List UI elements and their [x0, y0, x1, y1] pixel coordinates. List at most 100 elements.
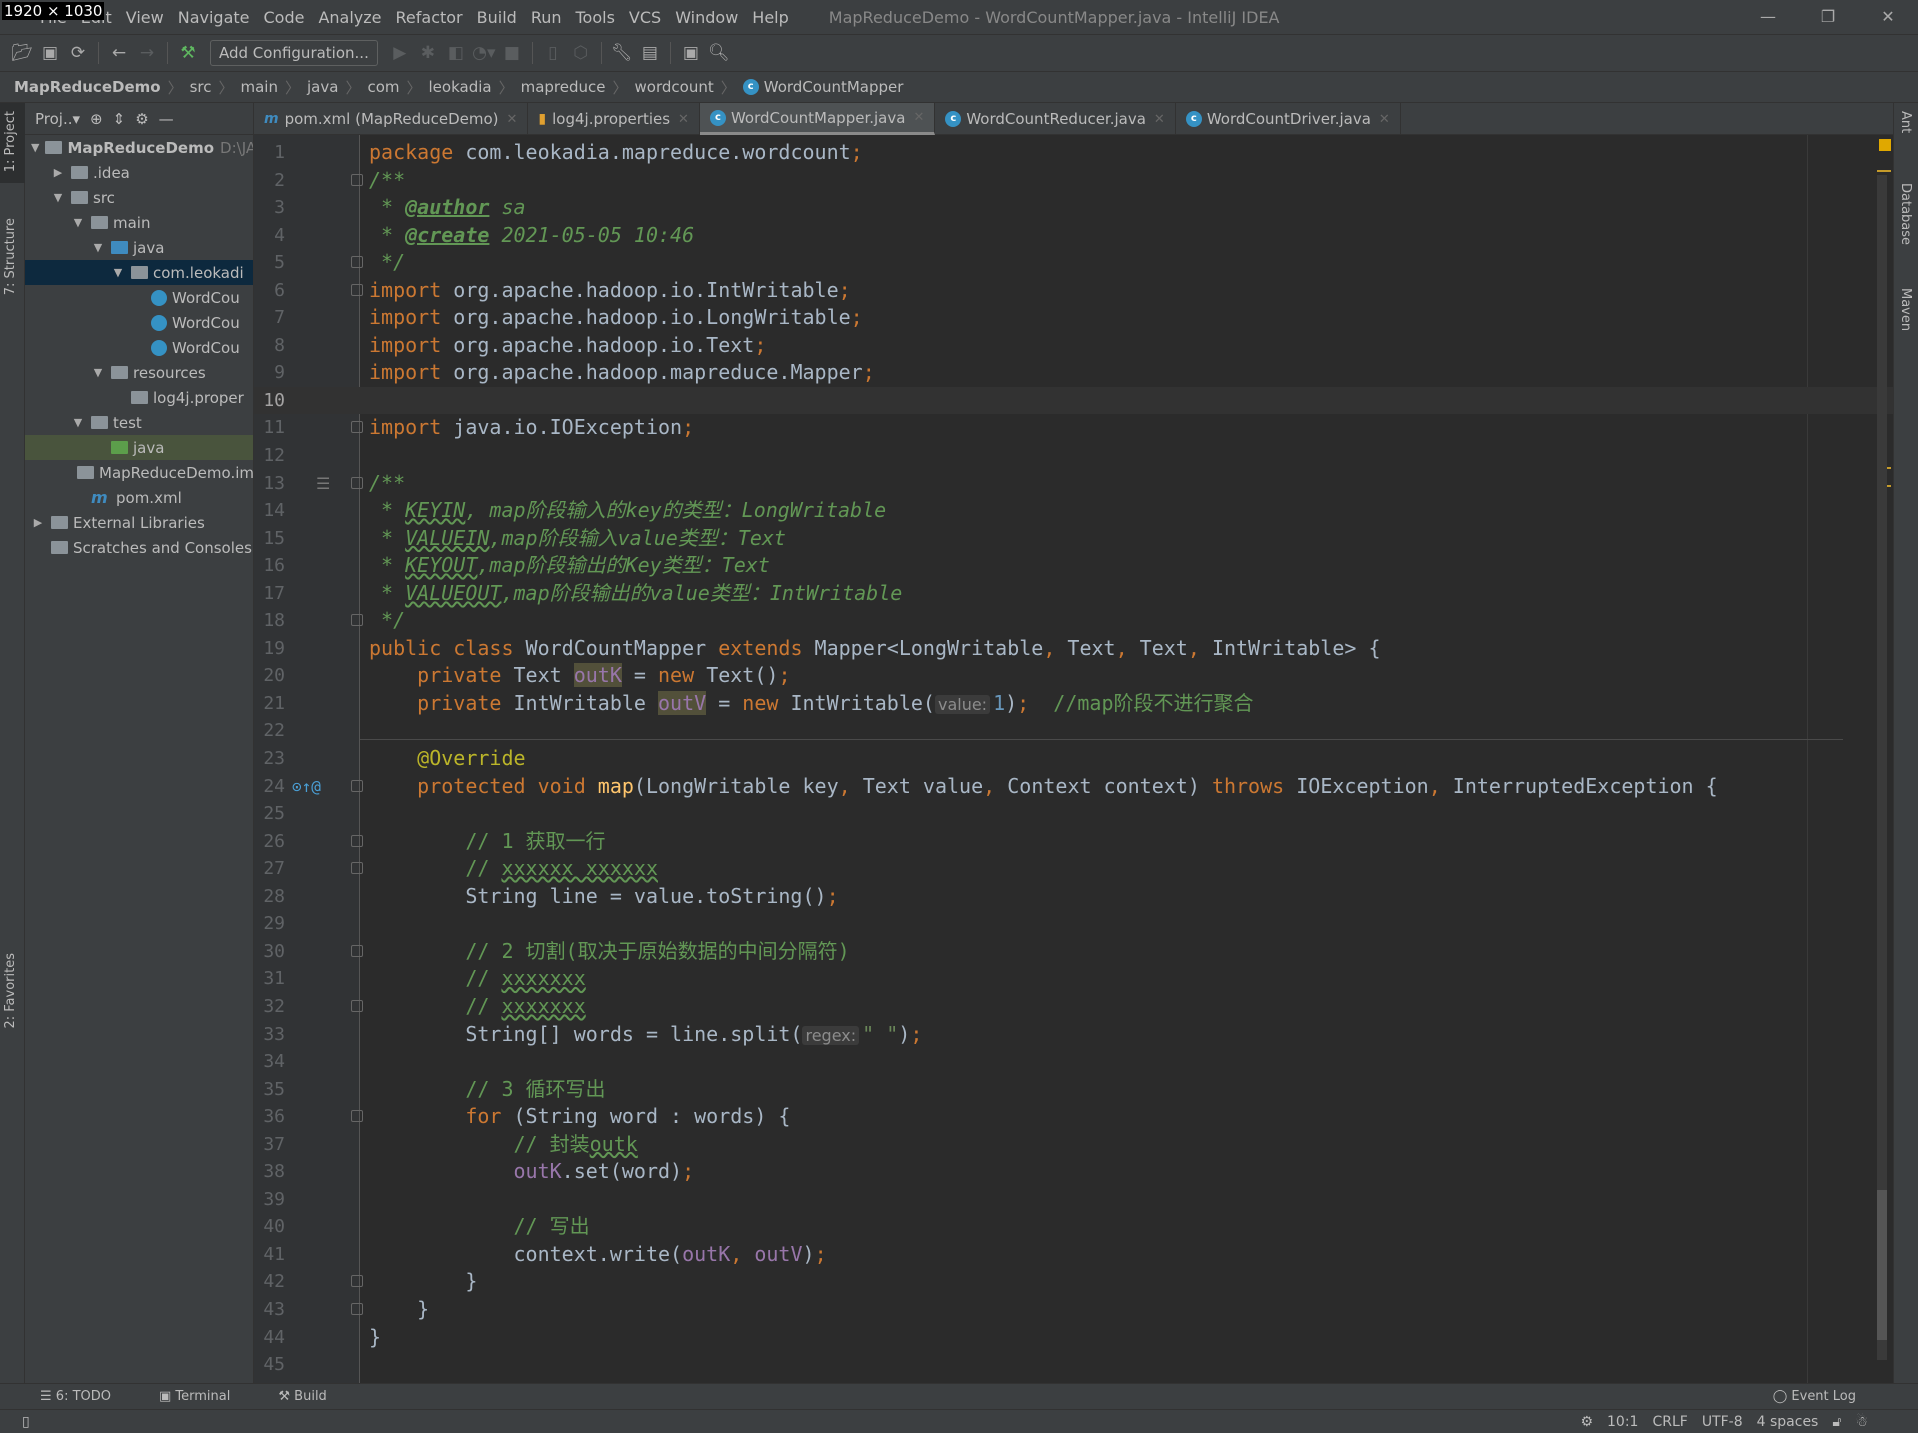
breadcrumb-item[interactable]: wordcount	[635, 78, 714, 96]
todo-tool-button[interactable]: ☰ 6: TODO	[40, 1389, 135, 1404]
menu-navigate[interactable]: Navigate	[178, 8, 250, 27]
tab-log4j-properties[interactable]: ▮ log4j.properties ✕	[528, 103, 700, 135]
lock-icon[interactable]: 🔓︎	[1832, 1414, 1841, 1430]
build-tool-button[interactable]: ⚒ Build	[278, 1389, 350, 1404]
menu-build[interactable]: Build	[477, 8, 517, 27]
hide-icon[interactable]: —	[159, 110, 174, 128]
tab-wordcountdriver-java[interactable]: c WordCountDriver.java ✕	[1176, 103, 1401, 135]
vertical-scrollbar[interactable]	[1877, 175, 1887, 1360]
tree-item[interactable]: ▼ com.leokadi	[25, 260, 253, 285]
search-icon[interactable]: 🔍︎	[705, 43, 733, 63]
line-separator[interactable]: CRLF	[1652, 1414, 1687, 1430]
expand-arrow-icon[interactable]: ▼	[51, 191, 65, 204]
stop-icon[interactable]: ■	[498, 43, 526, 63]
terminal-tool-button[interactable]: ▣ Terminal	[159, 1389, 254, 1404]
terminal-window-icon[interactable]: ▣	[677, 43, 705, 63]
menu-run[interactable]: Run	[531, 8, 562, 27]
locate-icon[interactable]: ⊕	[90, 110, 103, 128]
fold-marker-icon[interactable]	[351, 256, 363, 269]
fold-marker-icon[interactable]	[351, 421, 363, 434]
fold-marker-icon[interactable]	[351, 999, 363, 1012]
inspector-icon[interactable]: ☃	[1855, 1414, 1868, 1430]
close-tab-icon[interactable]: ✕	[913, 110, 924, 125]
expand-arrow-icon[interactable]: ▼	[111, 266, 125, 279]
debug-icon[interactable]: ✱	[414, 43, 442, 63]
database-tool-button[interactable]: Database	[1898, 183, 1913, 245]
collapse-all-icon[interactable]: ⇕	[113, 110, 126, 128]
expand-arrow-icon[interactable]: ▼	[31, 141, 39, 154]
fold-marker-icon[interactable]	[351, 834, 363, 847]
caret-position[interactable]: 10:1	[1607, 1414, 1638, 1430]
expand-arrow-icon[interactable]: ▼	[71, 216, 85, 229]
add-configuration-button[interactable]: Add Configuration...	[210, 40, 378, 66]
breadcrumb-item[interactable]: WordCountMapper	[764, 78, 904, 96]
close-tab-icon[interactable]: ✕	[507, 112, 518, 127]
tree-item[interactable]: ▼ resources	[25, 360, 253, 385]
maven-tool-button[interactable]: Maven	[1898, 288, 1913, 331]
minimize-button[interactable]: —	[1738, 0, 1798, 34]
fold-marker-icon[interactable]	[351, 862, 363, 875]
tree-item[interactable]: WordCou	[25, 335, 253, 360]
fold-marker-icon[interactable]	[351, 173, 363, 186]
tree-item[interactable]: ▼ MapReduceDemo D:\JA	[25, 135, 253, 160]
tree-item[interactable]: ▼ src	[25, 185, 253, 210]
settings-wrench-icon[interactable]: 🔧︎	[608, 43, 636, 63]
fold-marker-icon[interactable]	[351, 476, 363, 489]
tree-item[interactable]: WordCou	[25, 310, 253, 335]
expand-arrow-icon[interactable]: ▼	[91, 366, 105, 379]
file-encoding[interactable]: UTF-8	[1702, 1414, 1743, 1430]
fold-marker-icon[interactable]	[351, 1275, 363, 1288]
close-tab-icon[interactable]: ✕	[1154, 112, 1165, 127]
menu-vcs[interactable]: VCS	[629, 8, 661, 27]
breadcrumb-item[interactable]: leokadia	[429, 78, 492, 96]
tree-item[interactable]: Scratches and Consoles	[25, 535, 253, 560]
inspection-warning-icon[interactable]	[1879, 139, 1891, 151]
breadcrumb-item[interactable]: main	[241, 78, 278, 96]
tree-item[interactable]: ▶ .idea	[25, 160, 253, 185]
menu-tools[interactable]: Tools	[576, 8, 615, 27]
menu-view[interactable]: View	[126, 8, 164, 27]
warning-marker[interactable]	[1877, 170, 1891, 172]
sync-icon[interactable]: ⟳	[64, 43, 92, 63]
favorites-tool-button[interactable]: 2: Favorites	[3, 953, 18, 1029]
ant-tool-button[interactable]: Ant	[1898, 111, 1913, 133]
toggle-panels-icon[interactable]: ▯	[22, 1414, 30, 1430]
breadcrumb-item[interactable]: src	[190, 78, 212, 96]
run-icon[interactable]: ▶	[386, 43, 414, 63]
maximize-button[interactable]: ❐	[1798, 0, 1858, 34]
tree-item[interactable]: MapReduceDemo.iml	[25, 460, 253, 485]
tree-item[interactable]: m pom.xml	[25, 485, 253, 510]
project-view-dropdown[interactable]: Proj..▾	[35, 110, 80, 128]
tab-pom-xml-mapreducedemo-[interactable]: m pom.xml (MapReduceDemo) ✕	[254, 103, 529, 135]
menu-help[interactable]: Help	[752, 8, 788, 27]
tab-wordcountreducer-java[interactable]: c WordCountReducer.java ✕	[935, 103, 1176, 135]
attach-icon[interactable]: ⬡	[567, 43, 595, 63]
breadcrumb-item[interactable]: com	[367, 78, 399, 96]
fold-marker-icon[interactable]	[351, 779, 363, 792]
breadcrumb-item[interactable]: java	[307, 78, 338, 96]
fold-marker-icon[interactable]	[351, 1110, 363, 1123]
doc-render-icon[interactable]: ☰	[316, 470, 330, 498]
indent-setting[interactable]: 4 spaces	[1757, 1414, 1819, 1430]
close-button[interactable]: ✕	[1858, 0, 1918, 34]
menu-refactor[interactable]: Refactor	[396, 8, 463, 27]
back-icon[interactable]: ←	[105, 43, 133, 63]
event-log-button[interactable]: ◯ Event Log	[1773, 1389, 1880, 1404]
tree-item[interactable]: WordCou	[25, 285, 253, 310]
tree-item[interactable]: log4j.proper	[25, 385, 253, 410]
expand-arrow-icon[interactable]: ▶	[31, 516, 45, 529]
tree-item[interactable]: ▼ test	[25, 410, 253, 435]
expand-arrow-icon[interactable]: ▼	[71, 416, 85, 429]
tree-item[interactable]: ▼ main	[25, 210, 253, 235]
profile-icon[interactable]: ◔▾	[470, 43, 498, 63]
menu-code[interactable]: Code	[264, 8, 305, 27]
breadcrumb-item[interactable]: MapReduceDemo	[14, 78, 161, 96]
tab-wordcountmapper-java[interactable]: c WordCountMapper.java ✕	[699, 103, 936, 135]
tree-item[interactable]: ▼ java	[25, 235, 253, 260]
project-structure-icon[interactable]: ▤	[636, 43, 664, 63]
breadcrumb-item[interactable]: mapreduce	[521, 78, 606, 96]
fold-marker-icon[interactable]	[351, 283, 363, 296]
fold-marker-icon[interactable]	[351, 1302, 363, 1315]
project-tool-button[interactable]: 1: Project	[3, 111, 18, 172]
fold-marker-icon[interactable]	[351, 614, 363, 627]
